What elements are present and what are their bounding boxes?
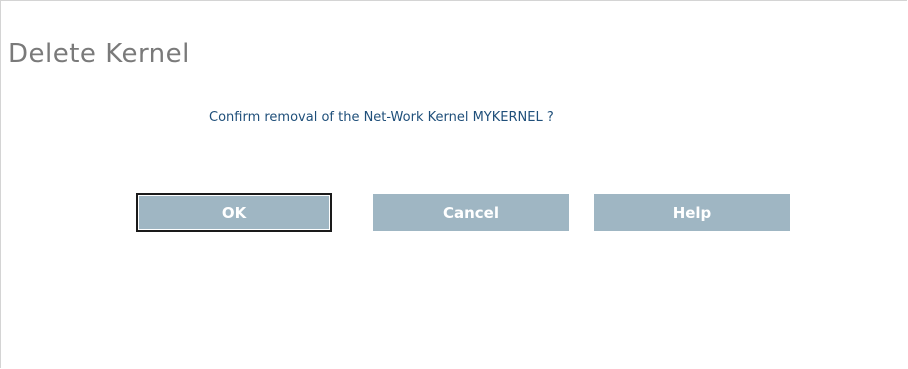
- ok-button[interactable]: OK: [136, 193, 332, 232]
- help-button-label: Help: [672, 203, 712, 222]
- page-title: Delete Kernel: [8, 39, 190, 69]
- cancel-button-label: Cancel: [442, 203, 499, 222]
- help-button[interactable]: Help: [594, 194, 790, 231]
- delete-kernel-dialog: Delete Kernel Confirm removal of the Net…: [0, 0, 907, 368]
- ok-button-label: OK: [221, 203, 247, 222]
- confirmation-message: Confirm removal of the Net-Work Kernel M…: [209, 110, 554, 125]
- cancel-button[interactable]: Cancel: [373, 194, 569, 231]
